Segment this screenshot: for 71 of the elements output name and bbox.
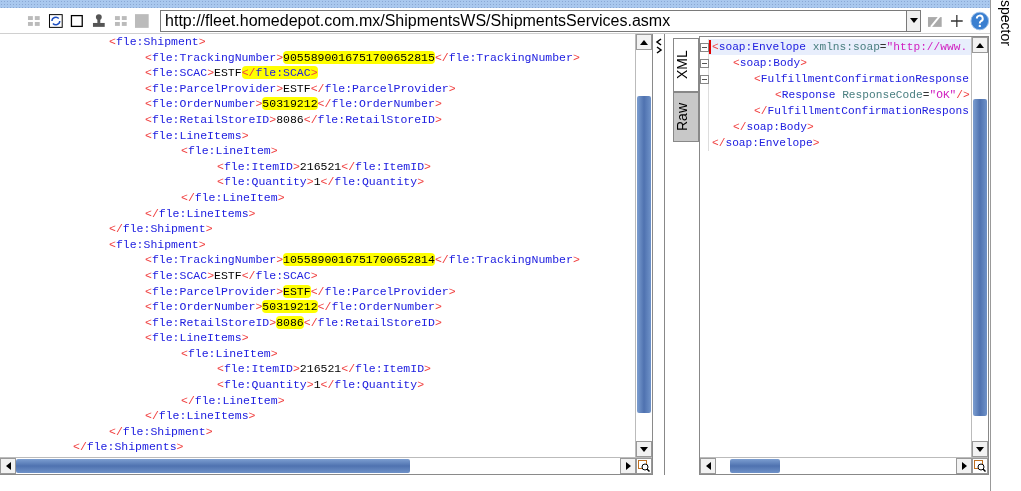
- code-line: <fle:Shipment>: [109, 34, 206, 50]
- refresh-icon[interactable]: [47, 12, 64, 29]
- code-line: <fle:ItemID>216521</fle:ItemID>: [217, 361, 431, 378]
- code-line: </soap:Envelope>: [712, 136, 820, 151]
- code-line: </FulfillmentConfirmationRespons: [754, 104, 969, 119]
- code-line: <fle:ParcelProvider>ESTF</fle:ParcelProvider>: [145, 80, 456, 97]
- code-line: <fle:LineItems>: [145, 127, 249, 144]
- code-line: </fle:LineItems>: [145, 205, 256, 222]
- plus-icon[interactable]: [948, 12, 965, 29]
- code-line: </fle:LineItem>: [181, 392, 285, 409]
- code-line: <soap:Body>: [733, 56, 807, 71]
- scroll-down-button[interactable]: [972, 441, 988, 457]
- code-line: <fle:OrderNumber>50319212</fle:OrderNumber>: [145, 299, 442, 315]
- scrollbar-thumb[interactable]: [637, 96, 651, 413]
- code-line: <FulfillmentConfirmationResponse: [754, 72, 969, 87]
- scrollbar-thumb[interactable]: [16, 459, 410, 473]
- collapse-icon[interactable]: [700, 58, 709, 68]
- scroll-up-button[interactable]: [972, 37, 988, 53]
- zoom-icon[interactable]: [972, 458, 988, 474]
- splitter-arrows-icon[interactable]: [654, 38, 663, 54]
- down-arrow-icon: [909, 18, 918, 23]
- code-line: <fle:OrderNumber>50319212</fle:OrderNumber>: [145, 96, 442, 112]
- up-arrow-icon: [640, 39, 648, 45]
- code-line: <fle:SCAC>ESTF</fle:SCAC>: [145, 65, 318, 81]
- down-arrow-icon: [976, 446, 984, 452]
- left-arrow-icon: [705, 462, 711, 470]
- code-line: </fle:LineItems>: [145, 408, 256, 424]
- code-line: </fle:LineItem>: [181, 189, 285, 206]
- scroll-right-button[interactable]: [620, 458, 636, 474]
- down-arrow-icon: [640, 446, 648, 452]
- tab[interactable]: Raw: [673, 92, 699, 142]
- scrollbar-thumb[interactable]: [973, 99, 987, 416]
- collapse-icon[interactable]: [700, 74, 709, 84]
- up-arrow-icon: [976, 42, 984, 48]
- dropdown-button[interactable]: [906, 10, 921, 31]
- code-line: <Response ResponseCode="OK"/>: [775, 88, 970, 103]
- vertical-scrollbar[interactable]: [971, 37, 988, 457]
- code-line: </fle:Shipments>: [73, 439, 184, 456]
- code-line: </fle:Shipment>: [109, 423, 213, 440]
- right-arrow-icon: [961, 462, 967, 470]
- scroll-right-button[interactable]: [956, 458, 972, 474]
- code-line: <fle:RetailStoreID>8086</fle:RetailStoreID>: [145, 314, 442, 331]
- scroll-left-button[interactable]: [700, 458, 716, 474]
- panel-title: spector: [998, 0, 1014, 48]
- code-line: </fle:Shipment>: [109, 221, 213, 237]
- scroll-down-button[interactable]: [636, 441, 652, 457]
- stamp-icon[interactable]: [91, 12, 107, 29]
- url-field[interactable]: http://fleet.homedepot.com.mx/ShipmentsWS/ShipmentsServices.asmx: [160, 9, 922, 32]
- scrollbar-thumb[interactable]: [730, 459, 780, 473]
- code-line: <fle:ParcelProvider>ESTF</fle:ParcelProvider>: [145, 283, 456, 300]
- collapse-icon[interactable]: [700, 42, 709, 52]
- code-line: <fle:LineItem>: [181, 345, 278, 362]
- code-line: <fle:Quantity>1</fle:Quantity>: [217, 174, 425, 190]
- help-icon[interactable]: [970, 10, 990, 31]
- code-line: <fle:LineItem>: [181, 143, 278, 159]
- right-arrow-icon: [625, 462, 631, 470]
- scroll-left-button[interactable]: [0, 458, 16, 474]
- tab[interactable]: XML: [673, 38, 699, 92]
- code-line: <soap:Envelope xmlns:soap="http://www.: [712, 40, 968, 55]
- code-line: <fle:RetailStoreID>8086</fle:RetailStoreID>: [145, 111, 442, 128]
- code-line: <fle:SCAC>ESTF</fle:SCAC>: [145, 267, 318, 284]
- code-line: </soap:Body>: [733, 120, 814, 135]
- code-line: <fle:LineItems>: [145, 330, 249, 346]
- vertical-scrollbar[interactable]: [635, 34, 652, 457]
- code-line: <fle:ItemID>216521</fle:ItemID>: [217, 158, 431, 175]
- square-icon[interactable]: [69, 12, 85, 29]
- code-line: <fle:Shipment>: [109, 236, 206, 253]
- scroll-up-button[interactable]: [636, 34, 652, 50]
- left-arrow-icon: [5, 462, 11, 470]
- code-line: <fle:Quantity>1</fle:Quantity>: [217, 377, 425, 393]
- zoom-icon[interactable]: [636, 458, 652, 474]
